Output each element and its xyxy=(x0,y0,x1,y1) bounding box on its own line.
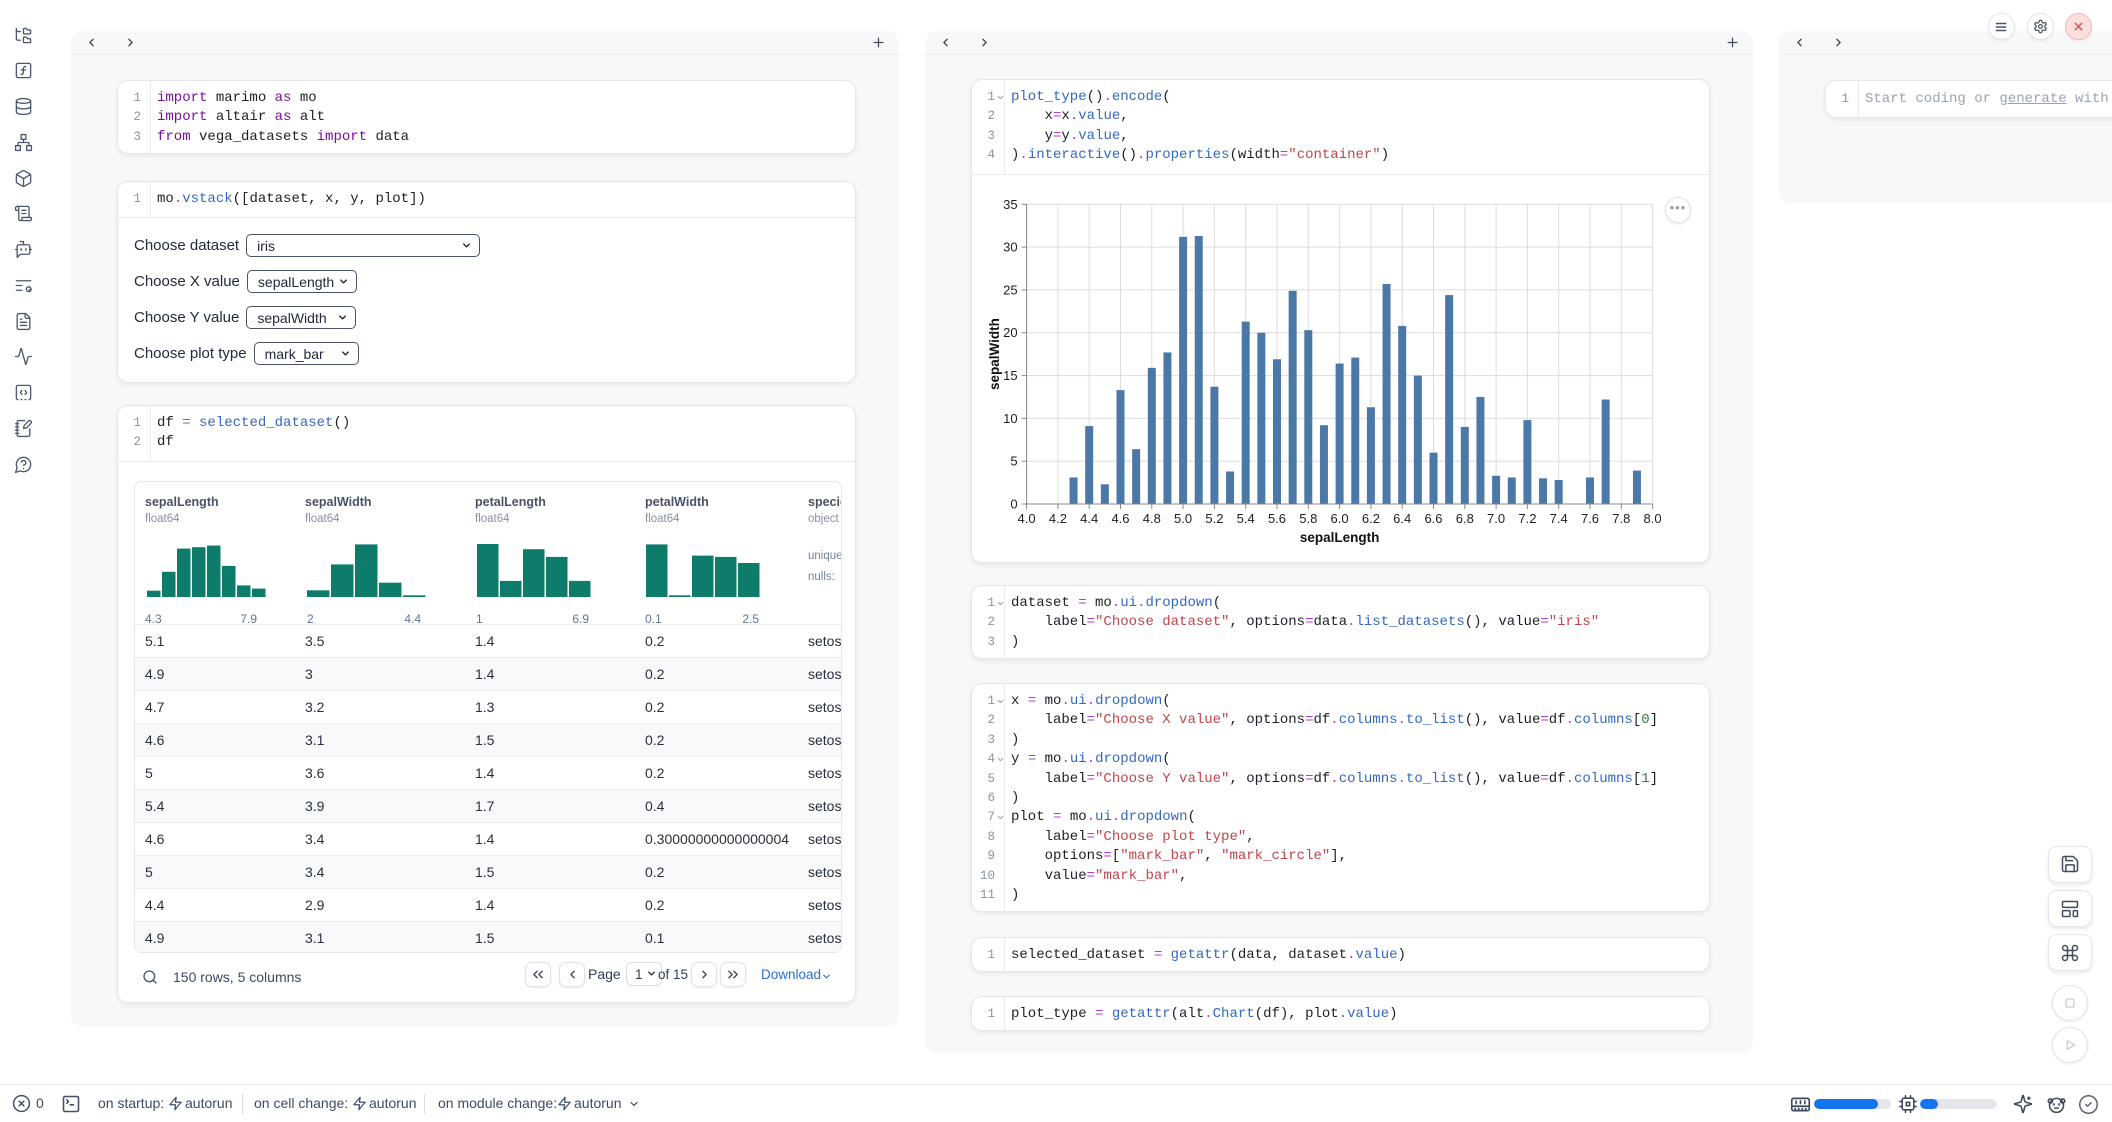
svg-text:5.4: 5.4 xyxy=(1237,511,1255,526)
svg-text:7.4: 7.4 xyxy=(1550,511,1568,526)
svg-text:sepalWidth: sepalWidth xyxy=(987,318,1002,390)
svg-text:35: 35 xyxy=(1003,196,1017,211)
svg-text:7.8: 7.8 xyxy=(1612,511,1630,526)
svg-text:5.8: 5.8 xyxy=(1299,511,1317,526)
svg-text:5: 5 xyxy=(1010,453,1017,468)
svg-text:15: 15 xyxy=(1003,368,1017,383)
svg-text:0: 0 xyxy=(1010,496,1017,511)
svg-text:4.2: 4.2 xyxy=(1049,511,1067,526)
svg-text:5.6: 5.6 xyxy=(1268,511,1286,526)
svg-text:4.8: 4.8 xyxy=(1143,511,1161,526)
svg-text:5.2: 5.2 xyxy=(1205,511,1223,526)
svg-text:6.6: 6.6 xyxy=(1424,511,1442,526)
svg-text:6.8: 6.8 xyxy=(1456,511,1474,526)
svg-text:5.0: 5.0 xyxy=(1174,511,1192,526)
svg-text:4.6: 4.6 xyxy=(1111,511,1129,526)
svg-text:10: 10 xyxy=(1003,410,1017,425)
svg-text:7.2: 7.2 xyxy=(1518,511,1536,526)
svg-text:7.6: 7.6 xyxy=(1581,511,1599,526)
svg-text:25: 25 xyxy=(1003,282,1017,297)
svg-text:8.0: 8.0 xyxy=(1644,511,1662,526)
svg-text:6.4: 6.4 xyxy=(1393,511,1411,526)
svg-text:20: 20 xyxy=(1003,325,1017,340)
svg-text:sepalLength: sepalLength xyxy=(1300,530,1380,545)
svg-text:6.0: 6.0 xyxy=(1331,511,1349,526)
svg-text:7.0: 7.0 xyxy=(1487,511,1505,526)
svg-text:6.2: 6.2 xyxy=(1362,511,1380,526)
svg-text:4.4: 4.4 xyxy=(1080,511,1098,526)
svg-text:30: 30 xyxy=(1003,239,1017,254)
svg-text:4.0: 4.0 xyxy=(1018,511,1036,526)
